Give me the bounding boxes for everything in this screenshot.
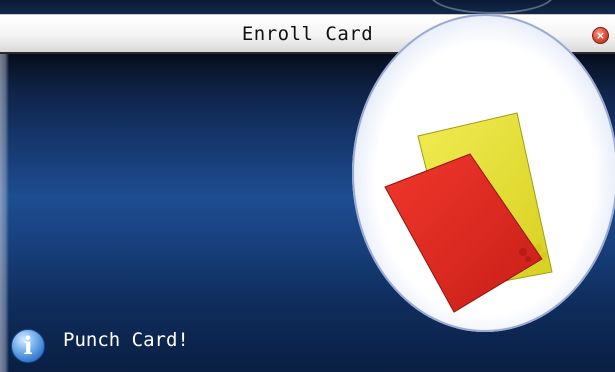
top-status-strip xyxy=(0,0,615,14)
info-icon: i xyxy=(11,329,45,363)
status-message: Punch Card! xyxy=(63,329,189,351)
decorative-arc xyxy=(430,0,554,14)
card-illustration xyxy=(352,14,615,332)
left-edge-highlight xyxy=(0,54,9,372)
enroll-card-screen: Enroll Card × i Punch Card! xyxy=(0,0,615,372)
cards-icon xyxy=(384,112,553,313)
